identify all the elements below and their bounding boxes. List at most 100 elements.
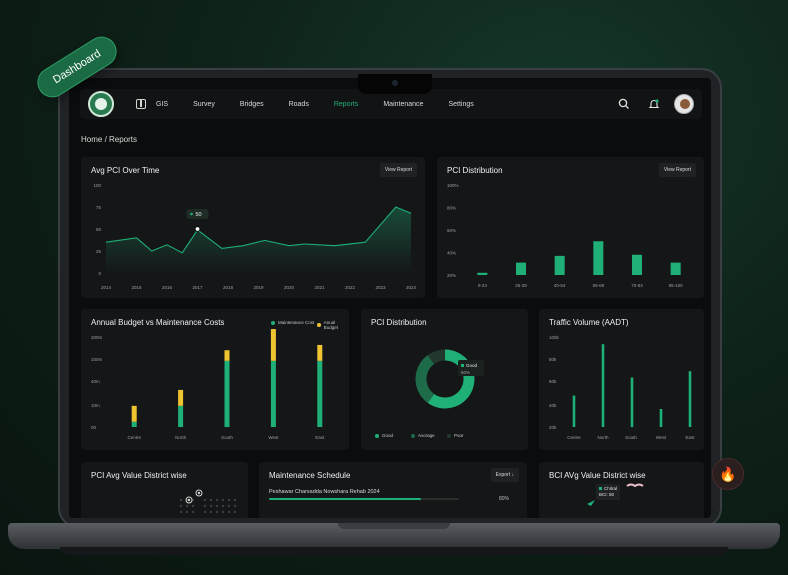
y-tick-label: 60k (549, 379, 557, 384)
nav-item-reports[interactable]: Reports (334, 101, 359, 108)
export-button[interactable]: Export ↓ (490, 468, 519, 482)
bar-maintenance (270, 360, 276, 427)
y-tick-label: 00 (91, 425, 97, 430)
bar-maintenance (178, 405, 184, 427)
export-label: Export (495, 472, 511, 478)
bell-icon[interactable] (644, 94, 664, 114)
traffic-bar-chart: 20k 40k 60k 80k 100k Centre North South West East (549, 335, 695, 440)
annotation-label: 50 (196, 212, 202, 218)
x-tick-label: West (268, 435, 279, 440)
y-tick-label: 40% (447, 251, 456, 256)
nav-actions (604, 94, 694, 114)
bar (572, 395, 576, 427)
y-tick-label: 80% (447, 206, 456, 211)
x-tick-label: 85-100 (669, 283, 684, 288)
breadcrumb: Home / Reports (81, 135, 138, 144)
bar-maintenance (224, 360, 230, 427)
y-tick-label: 25 (96, 249, 102, 254)
logo[interactable] (88, 91, 114, 117)
search-icon[interactable] (614, 94, 634, 114)
nav-item-roads[interactable]: Roads (289, 101, 309, 108)
download-icon: ↓ (511, 472, 515, 478)
avatar[interactable] (674, 94, 694, 114)
bci-district-card: BCI AVg Value District wise Chitral BCI:… (539, 462, 704, 518)
schedule-progress-track (269, 498, 459, 500)
y-tick-label: 100 (93, 183, 101, 188)
bar-budget (178, 389, 184, 406)
camera-icon (392, 80, 398, 86)
y-tick-label: 75 (96, 205, 102, 210)
x-tick-label: 2019 (253, 285, 264, 290)
x-tick-label: 2014 (101, 285, 112, 290)
bar-maintenance (317, 360, 323, 427)
x-tick-label: 2021 (314, 285, 325, 290)
legend-dot (447, 433, 451, 438)
y-tick-label: 100k (549, 335, 560, 340)
district-map (179, 489, 237, 514)
schedule-progress-fill (269, 498, 421, 500)
nav-item-settings[interactable]: Settings (448, 101, 473, 108)
stacked-bar-chart: 00 10m 40m 100m 200m Centre North South West East (91, 329, 325, 440)
pci-donut-card: PCI Distribution Good 60% Good Avorage Po… (361, 309, 528, 450)
base-groove (338, 523, 450, 529)
x-tick-label: 70-84 (631, 283, 643, 288)
x-tick-label: 25-39 (515, 283, 527, 288)
traffic-volume-card: Traffic Volume (AADT) 20k 40k 60k 80k 100k Ce… (539, 309, 704, 450)
sidebar-toggle-icon[interactable] (136, 99, 146, 109)
x-tick-label: 2023 (375, 285, 386, 290)
schedule-row-label: Peshawar Charsadda Nowshara Rehab 2024 (269, 489, 380, 495)
nav-item-gis[interactable]: GIS (156, 101, 168, 108)
logo-emblem (95, 98, 107, 110)
y-tick-label: 0 (98, 271, 101, 276)
x-tick-label: 2016 (162, 285, 173, 290)
bar-budget (270, 329, 276, 361)
line-area (106, 207, 411, 273)
bar-budget (224, 350, 230, 361)
x-tick-label: East (315, 435, 325, 440)
x-tick-label: Centre (127, 435, 141, 440)
bar (659, 409, 663, 427)
line-chart: 0 25 50 75 100 2014 2015 2016 2017 2018 2019 2020 20… (93, 183, 417, 290)
y-tick-label: 100% (447, 183, 459, 188)
donut-slice (427, 349, 446, 365)
nav-menu: GIS Survey Bridges Roads Reports Mainten… (156, 101, 499, 108)
tooltip-value: 60% (461, 370, 470, 375)
laptop-base (8, 523, 780, 549)
tooltip-label: Good (466, 363, 478, 368)
legend-poor: Poor (447, 433, 464, 438)
x-tick-label: 2017 (192, 285, 203, 290)
pci-avg-district-card: PCI Avg Value District wise (81, 462, 248, 518)
legend-label: Poor (454, 433, 464, 438)
x-tick-label: 2024 (406, 285, 417, 290)
laptop-feet (60, 547, 728, 555)
bar-budget (131, 405, 137, 422)
x-tick-label: North (597, 435, 609, 440)
y-tick-label: 20k (549, 425, 557, 430)
fire-icon[interactable]: 🔥 (712, 458, 744, 490)
x-tick-label: North (175, 435, 187, 440)
legend-dot (411, 433, 415, 438)
data-point (194, 226, 201, 232)
x-tick-label: West (656, 435, 667, 440)
x-tick-label: 0-24 (478, 283, 488, 288)
maintenance-schedule-card: Maintenance Schedule Export ↓ Peshawar C… (259, 462, 527, 518)
y-tick-label: 60% (447, 228, 456, 233)
legend-label: Good (382, 433, 394, 438)
laptop-screen: GIS Survey Bridges Roads Reports Mainten… (69, 78, 711, 518)
donut-chart: Good 60% (415, 349, 484, 409)
bar (632, 254, 642, 275)
nav-item-bridges[interactable]: Bridges (240, 101, 264, 108)
nav-item-maintenance[interactable]: Maintenance (383, 101, 423, 108)
legend-dot (375, 433, 379, 438)
bar-budget (317, 344, 323, 361)
budget-card: Annual Budget vs Maintenance Costs Maint… (81, 309, 349, 450)
legend-average: Avorage (411, 433, 435, 438)
x-tick-label: 2015 (131, 285, 142, 290)
nav-item-survey[interactable]: Survey (193, 101, 215, 108)
bar (601, 344, 605, 427)
bar (593, 241, 604, 275)
donut-slice (415, 355, 435, 403)
y-tick-label: 40m (91, 379, 100, 384)
avg-pci-card: Avg PCI Over Time View Report 0 25 50 75 100… (81, 157, 425, 298)
bci-map (587, 483, 644, 506)
